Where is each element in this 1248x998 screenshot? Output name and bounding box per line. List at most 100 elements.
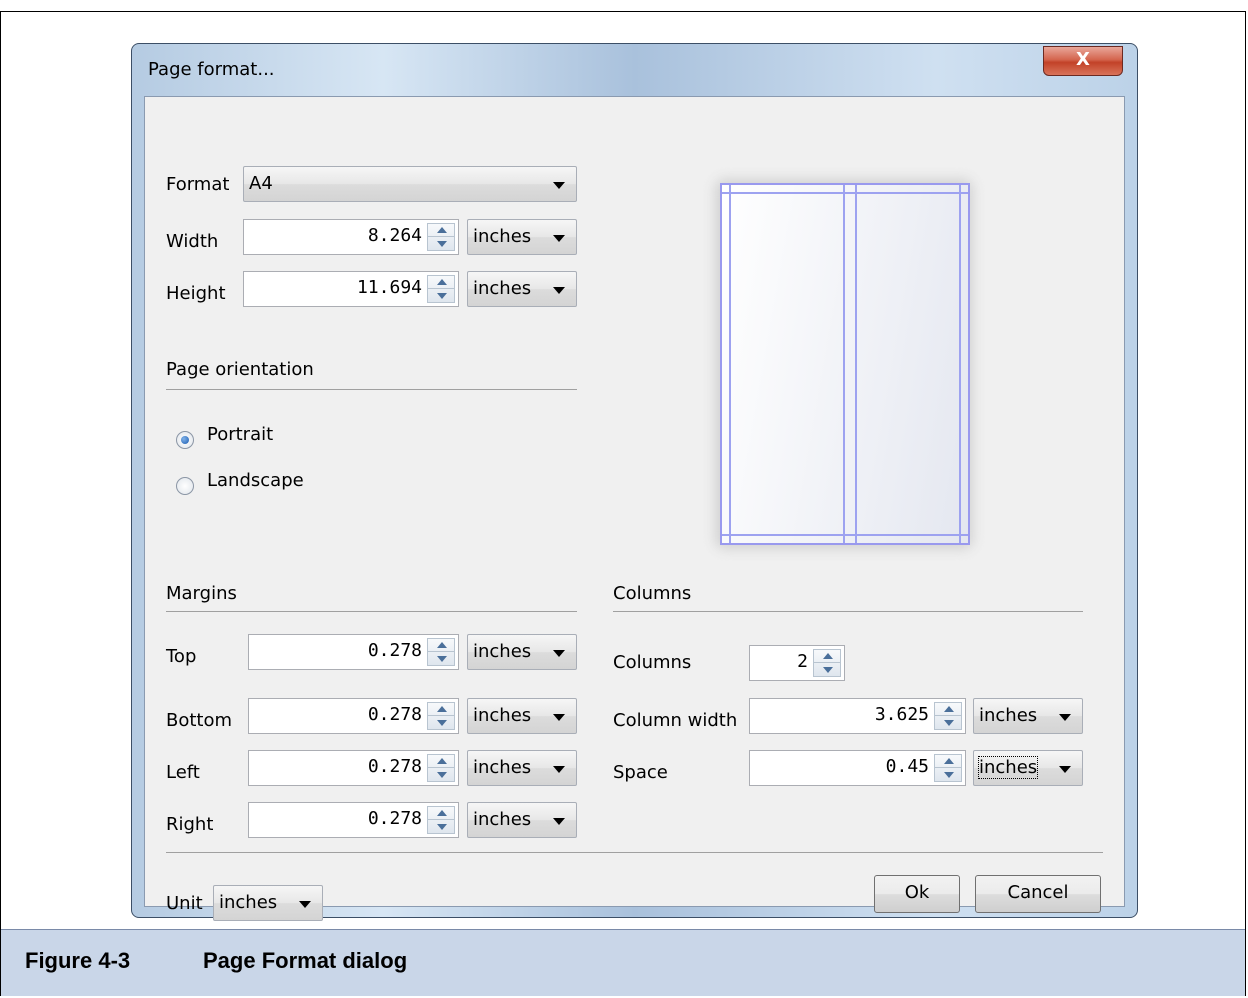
width-unit-select[interactable]: inches [467, 219, 577, 255]
top-margin-spinner[interactable] [427, 638, 455, 666]
columns-count-input[interactable]: 2 [749, 645, 845, 681]
title-bar[interactable]: Page format... X [132, 44, 1137, 98]
chevron-down-icon [553, 287, 565, 294]
left-margin-spinner[interactable] [427, 754, 455, 782]
dialog-client-area: Format A4 Width 8.264 inches Height 11.6… [144, 96, 1125, 921]
footer-separator [166, 852, 1103, 853]
spin-down-icon[interactable] [428, 716, 454, 729]
preview-left-margin-line [729, 185, 731, 543]
spin-up-icon[interactable] [935, 755, 961, 768]
margins-heading: Margins [166, 583, 237, 604]
left-margin-input[interactable]: 0.278 [248, 750, 459, 786]
close-button[interactable]: X [1043, 46, 1123, 76]
bottom-margin-label: Bottom [166, 710, 233, 731]
orientation-heading: Page orientation [166, 359, 314, 380]
spin-up-icon[interactable] [428, 224, 454, 237]
page-preview [720, 183, 970, 545]
spin-down-icon[interactable] [428, 289, 454, 302]
width-value: 8.264 [367, 225, 422, 246]
bottom-margin-unit-select[interactable]: inches [467, 698, 577, 734]
column-width-unit-select[interactable]: inches [973, 698, 1083, 734]
figure-caption-text: Page Format dialog [203, 948, 408, 973]
column-space-spinner[interactable] [934, 754, 962, 782]
height-value: 11.694 [356, 277, 422, 298]
column-width-input[interactable]: 3.625 [749, 698, 966, 734]
height-unit-select[interactable]: inches [467, 271, 577, 307]
left-margin-value: 0.278 [367, 756, 422, 777]
width-spinner[interactable] [427, 223, 455, 251]
orientation-separator [166, 389, 577, 390]
right-margin-unit-value: inches [473, 809, 532, 830]
left-margin-label: Left [166, 762, 200, 783]
unit-select[interactable]: inches [213, 885, 323, 921]
chevron-down-icon [553, 235, 565, 242]
bottom-margin-spinner[interactable] [427, 702, 455, 730]
column-width-spinner[interactable] [934, 702, 962, 730]
preview-right-margin-line [959, 185, 961, 543]
top-margin-unit-select[interactable]: inches [467, 634, 577, 670]
figure-number: Figure 4-3 [25, 948, 131, 973]
preview-bottom-margin-line [722, 534, 968, 536]
right-margin-unit-select[interactable]: inches [467, 802, 577, 838]
spin-down-icon[interactable] [428, 820, 454, 833]
column-width-label: Column width [613, 710, 738, 731]
column-space-value: 0.45 [885, 756, 929, 777]
cancel-button[interactable]: Cancel [975, 875, 1101, 913]
landscape-radio[interactable] [176, 477, 194, 495]
preview-top-margin-line [722, 192, 968, 194]
right-margin-input[interactable]: 0.278 [248, 802, 459, 838]
unit-value: inches [219, 892, 278, 913]
chevron-down-icon [1059, 714, 1071, 721]
spin-up-icon[interactable] [428, 639, 454, 652]
spin-down-icon[interactable] [428, 768, 454, 781]
format-label: Format [166, 174, 230, 195]
height-spinner[interactable] [427, 275, 455, 303]
ok-button[interactable]: Ok [874, 875, 960, 913]
spin-up-icon[interactable] [428, 755, 454, 768]
spin-down-icon[interactable] [814, 663, 840, 676]
width-input[interactable]: 8.264 [243, 219, 459, 255]
right-margin-label: Right [166, 814, 214, 835]
spin-down-icon[interactable] [935, 716, 961, 729]
height-input[interactable]: 11.694 [243, 271, 459, 307]
width-unit-value: inches [473, 226, 532, 247]
window-title: Page format... [148, 59, 275, 80]
top-margin-input[interactable]: 0.278 [248, 634, 459, 670]
spin-up-icon[interactable] [428, 807, 454, 820]
column-space-unit-select[interactable]: inches [973, 750, 1083, 786]
chevron-down-icon [553, 182, 565, 189]
width-label: Width [166, 231, 219, 252]
columns-separator [613, 611, 1083, 612]
unit-label: Unit [166, 893, 203, 914]
spin-down-icon[interactable] [428, 237, 454, 250]
spin-down-icon[interactable] [428, 652, 454, 665]
format-value: A4 [249, 173, 273, 194]
format-select[interactable]: A4 [243, 166, 577, 202]
column-space-input[interactable]: 0.45 [749, 750, 966, 786]
chevron-down-icon [299, 901, 311, 908]
chevron-down-icon [553, 766, 565, 773]
figure-caption: Figure 4-3 Page Format dialog [1, 929, 1245, 996]
spin-up-icon[interactable] [428, 703, 454, 716]
spin-up-icon[interactable] [428, 276, 454, 289]
landscape-label[interactable]: Landscape [207, 470, 304, 491]
bottom-margin-input[interactable]: 0.278 [248, 698, 459, 734]
spin-up-icon[interactable] [814, 650, 840, 663]
spin-down-icon[interactable] [935, 768, 961, 781]
right-margin-spinner[interactable] [427, 806, 455, 834]
preview-column-line [855, 185, 857, 543]
column-space-label: Space [613, 762, 668, 783]
page-format-dialog: Page format... X Format A4 Width 8.264 i… [131, 43, 1138, 921]
top-margin-unit-value: inches [473, 641, 532, 662]
spin-up-icon[interactable] [935, 703, 961, 716]
left-margin-unit-select[interactable]: inches [467, 750, 577, 786]
chevron-down-icon [553, 714, 565, 721]
top-margin-value: 0.278 [367, 640, 422, 661]
portrait-radio[interactable] [176, 431, 194, 449]
close-icon: X [1076, 49, 1090, 70]
top-margin-label: Top [166, 646, 197, 667]
portrait-label[interactable]: Portrait [207, 424, 273, 445]
columns-count-spinner[interactable] [813, 649, 841, 677]
bottom-margin-unit-value: inches [473, 705, 532, 726]
height-label: Height [166, 283, 226, 304]
